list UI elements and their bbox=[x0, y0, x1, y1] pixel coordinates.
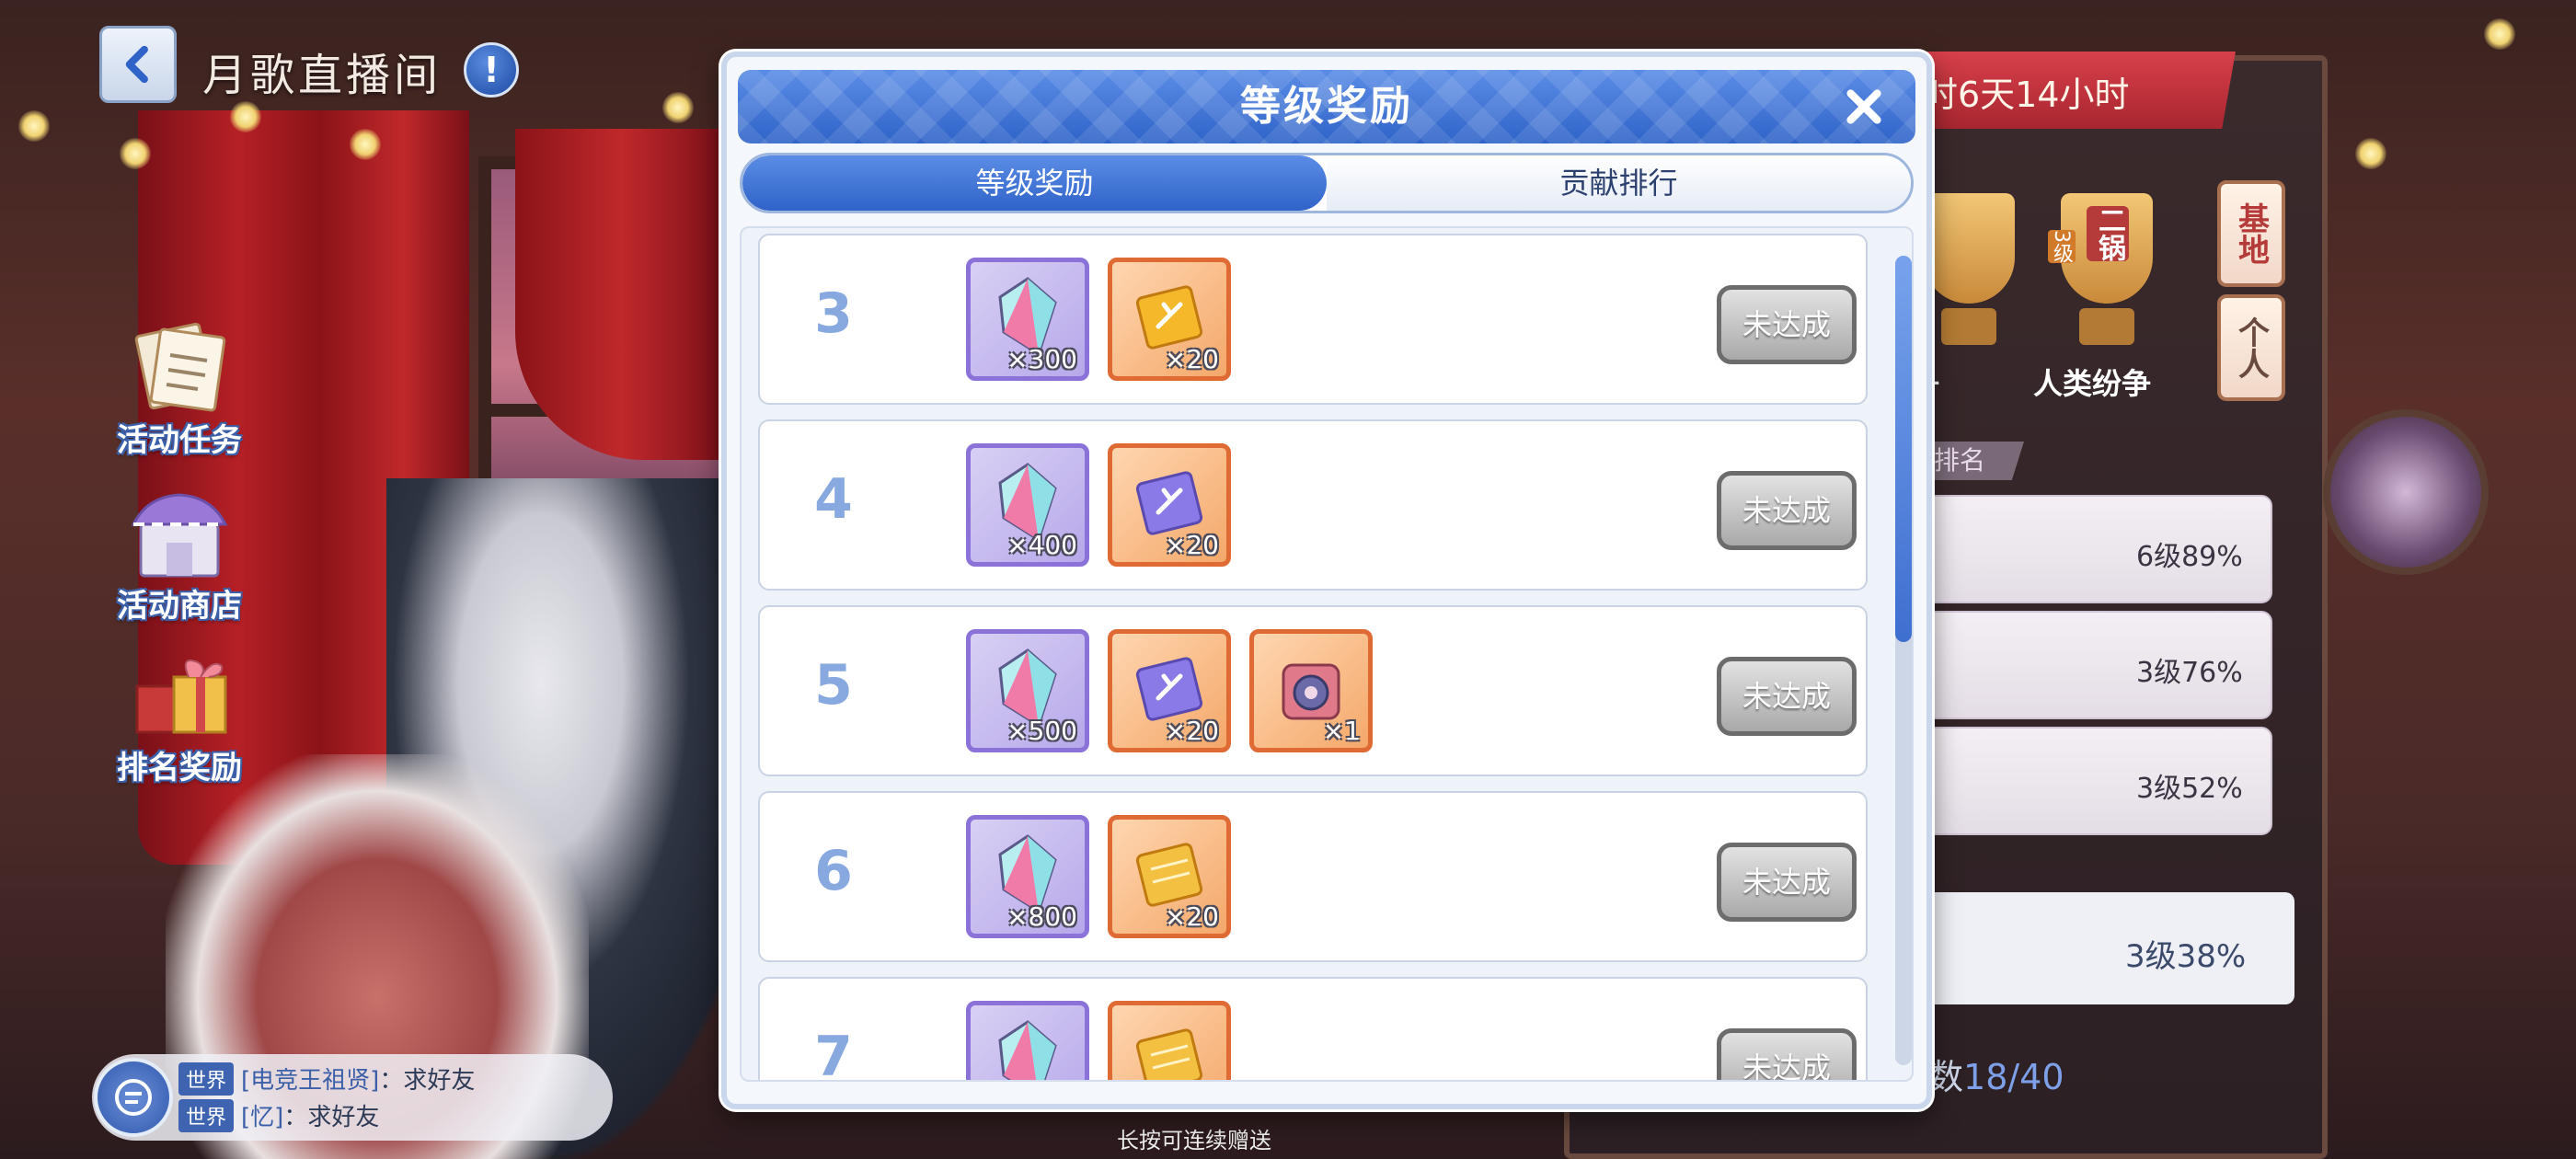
tab-level-rewards[interactable]: 等级奖励 bbox=[742, 155, 1327, 211]
item-quantity: ×20 bbox=[1164, 901, 1219, 932]
rank-value: 3级52% bbox=[2136, 773, 2243, 805]
reward-row: 4 ×400 ×20 未达成 bbox=[758, 419, 1868, 591]
event-timer: 时6天14小时 bbox=[1923, 75, 2130, 115]
reward-row: 3 ×300 ×20 未达成 bbox=[758, 234, 1868, 405]
reward-item[interactable] bbox=[1108, 1001, 1231, 1080]
page-title: 月歌直播间 bbox=[202, 50, 443, 101]
my-rank-value: 3级38% bbox=[2125, 938, 2247, 975]
status-button[interactable]: 未达成 bbox=[1717, 285, 1857, 364]
item-quantity: ×300 bbox=[1006, 344, 1077, 374]
reward-item[interactable]: ×400 bbox=[966, 443, 1089, 567]
back-button[interactable] bbox=[99, 26, 177, 103]
reward-row: 6 ×800 ×20 未达成 bbox=[758, 791, 1868, 962]
reward-row: 7 未达成 bbox=[758, 977, 1868, 1082]
level-reward-dialog: 等级奖励 等级奖励 贡献排行 3 ×300 ×20 未达成 4 ×400 ×20… bbox=[721, 52, 1932, 1109]
item-quantity: ×800 bbox=[1006, 901, 1077, 932]
side-menu-label: 活动商店 bbox=[117, 588, 242, 625]
item-quantity: ×1 bbox=[1322, 716, 1361, 746]
tab-personal[interactable]: 个人 bbox=[2217, 294, 2285, 401]
gold-ticket-icon bbox=[1135, 1028, 1203, 1080]
item-quantity: ×500 bbox=[1006, 716, 1077, 746]
row-level: 5 bbox=[814, 653, 853, 717]
row-level: 3 bbox=[814, 281, 853, 346]
chat-message[interactable]: 世界 [忆] ：求好友 bbox=[178, 1098, 379, 1132]
tab-base[interactable]: 基地 bbox=[2217, 180, 2285, 287]
count-value: 18/40 bbox=[1963, 1057, 2064, 1097]
dialog-tabbar: 等级奖励 贡献排行 bbox=[740, 153, 1914, 213]
chat-bubble-icon bbox=[115, 1079, 152, 1116]
status-button[interactable]: 未达成 bbox=[1717, 471, 1857, 550]
reward-item[interactable]: ×300 bbox=[966, 258, 1089, 381]
scrollbar-thumb[interactable] bbox=[1895, 256, 1912, 642]
side-menu-ranking-rewards[interactable]: 排名奖励 bbox=[92, 649, 267, 787]
chat-sender: [电竞王祖贤] bbox=[241, 1067, 380, 1095]
gift-icon bbox=[135, 660, 227, 734]
reward-row: 5 ×500 ×20 ×1 未达成 bbox=[758, 605, 1868, 776]
status-button[interactable]: 未达成 bbox=[1717, 1028, 1857, 1080]
reward-item[interactable]: ×800 bbox=[966, 815, 1089, 938]
row-level: 7 bbox=[814, 1025, 853, 1082]
rank-row: 3级76% bbox=[1914, 611, 2272, 719]
reward-item[interactable]: ×20 bbox=[1108, 629, 1231, 752]
side-menu-label: 活动任务 bbox=[117, 422, 242, 459]
chat-text: ：求好友 bbox=[283, 1104, 380, 1131]
crystal-icon bbox=[998, 1020, 1057, 1080]
dialog-title: 等级奖励 bbox=[1240, 83, 1413, 130]
item-quantity: ×20 bbox=[1164, 344, 1219, 374]
trophy-icon: 二锅 3级 bbox=[2033, 193, 2180, 386]
close-icon bbox=[1846, 89, 1881, 124]
reward-item[interactable]: ×20 bbox=[1108, 258, 1231, 381]
chat-button[interactable] bbox=[94, 1058, 173, 1137]
rank-value: 3级76% bbox=[2136, 657, 2243, 689]
info-button[interactable]: ! bbox=[464, 42, 519, 98]
item-quantity: ×400 bbox=[1006, 530, 1077, 560]
shop-icon bbox=[131, 493, 228, 578]
reward-list[interactable]: 3 ×300 ×20 未达成 4 ×400 ×20 未达成 5 ×500 ×20… bbox=[740, 226, 1914, 1082]
chat-sender: [忆] bbox=[241, 1104, 284, 1131]
rank-row: 3级52% bbox=[1914, 727, 2272, 835]
chat-text: ：求好友 bbox=[379, 1067, 476, 1095]
side-menu-shop[interactable]: 活动商店 bbox=[92, 488, 267, 625]
reward-item[interactable]: ×1 bbox=[1249, 629, 1373, 752]
reward-item[interactable] bbox=[966, 1001, 1089, 1080]
tab-contribution-ranking[interactable]: 贡献排行 bbox=[1327, 155, 1911, 211]
item-quantity: ×20 bbox=[1164, 530, 1219, 560]
rank-row: 6级89% bbox=[1914, 495, 2272, 603]
status-button[interactable]: 未达成 bbox=[1717, 657, 1857, 736]
task-list-icon bbox=[134, 322, 226, 412]
trophy-badge: 二锅 bbox=[2087, 206, 2129, 261]
scrollbar[interactable] bbox=[1895, 256, 1912, 1065]
dialog-header: 等级奖励 bbox=[738, 70, 1915, 143]
chevron-left-icon bbox=[125, 45, 148, 84]
chat-channel-tag: 世界 bbox=[178, 1098, 235, 1132]
trophy-label: 人类纷争 bbox=[2033, 366, 2152, 401]
count-prefix: 数 bbox=[1928, 1057, 1964, 1097]
side-menu-tasks[interactable]: 活动任务 bbox=[92, 322, 267, 460]
reward-item[interactable]: ×20 bbox=[1108, 443, 1231, 567]
count-display: 数18/40 bbox=[1928, 1049, 2064, 1099]
trophy-level: 3级 bbox=[2048, 230, 2076, 263]
status-button[interactable]: 未达成 bbox=[1717, 843, 1857, 922]
rank-value: 6级89% bbox=[2136, 541, 2243, 573]
hold-tip: 长按可连续赠送 bbox=[1117, 1128, 1271, 1153]
chat-channel-tag: 世界 bbox=[178, 1061, 235, 1096]
row-level: 6 bbox=[814, 839, 853, 903]
item-quantity: ×20 bbox=[1164, 716, 1219, 746]
close-button[interactable] bbox=[1838, 81, 1890, 132]
side-menu-label: 排名奖励 bbox=[117, 750, 242, 786]
avatar-decoration bbox=[2323, 409, 2489, 575]
background-curtain-right bbox=[515, 129, 727, 460]
row-level: 4 bbox=[814, 467, 853, 532]
rank-header: 排名 bbox=[1923, 442, 2024, 480]
chat-message[interactable]: 世界 [电竞王祖贤] ：求好友 bbox=[178, 1061, 475, 1096]
reward-item[interactable]: ×500 bbox=[966, 629, 1089, 752]
reward-item[interactable]: ×20 bbox=[1108, 815, 1231, 938]
